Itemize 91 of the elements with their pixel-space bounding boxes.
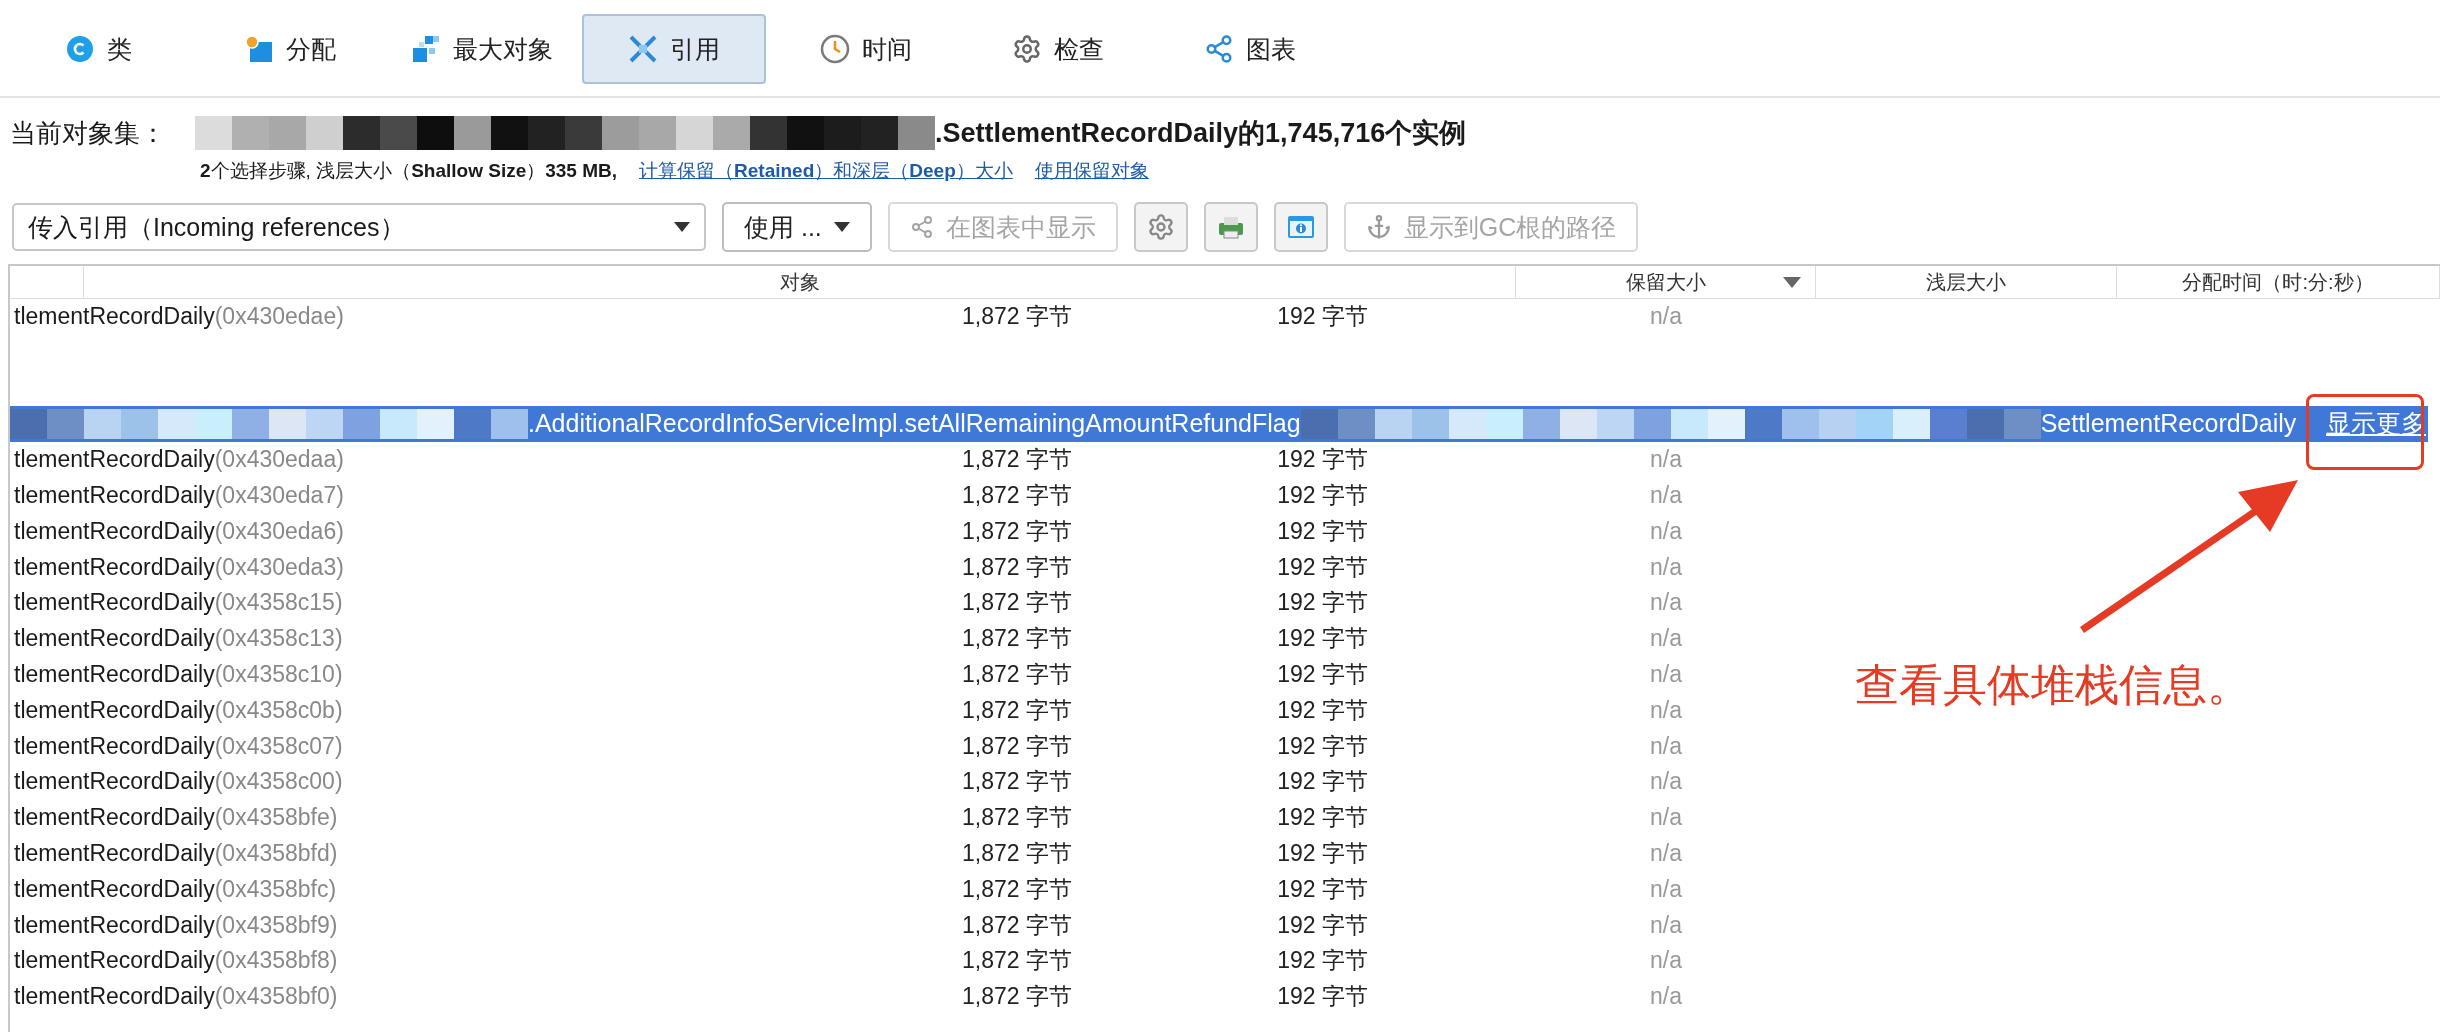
table-cell-text: 1,872 字节 bbox=[961, 767, 1072, 797]
column-header[interactable]: 对象 bbox=[84, 266, 1516, 298]
table-cell: n/a bbox=[1650, 983, 1682, 1011]
object-name-cell-text: tlementRecordDaily(0x430edaa) bbox=[13, 446, 345, 474]
action-link[interactable]: 使用保留对象 bbox=[1034, 158, 1149, 184]
method-text: .AdditionalRecordInfoServiceImpl.setAllRemainingAmountRefundFlag bbox=[528, 409, 1301, 439]
table-cell-text: 1,872 字节 bbox=[961, 588, 1072, 618]
tab[interactable]: 类 bbox=[6, 14, 190, 84]
table-cell: n/a bbox=[1650, 696, 1682, 724]
table-cell-text: 192 字节 bbox=[1276, 445, 1368, 475]
table-cell-text: 1,872 字节 bbox=[961, 552, 1072, 582]
table-cell: n/a bbox=[1650, 804, 1682, 832]
use-button[interactable]: 使用 ... bbox=[722, 202, 872, 252]
action-link[interactable]: 计算保留（Retained）和深层（Deep）大小 bbox=[639, 158, 1013, 184]
object-name-cell-text: tlementRecordDaily(0x4358c00) bbox=[13, 768, 344, 796]
table-cell-text: 1,872 字节 bbox=[961, 803, 1072, 833]
instance-count-title: .SettlementRecordDaily的1,745,716个实例 bbox=[935, 117, 1467, 150]
table-cell-text: 192 字节 bbox=[1276, 910, 1368, 940]
tab[interactable]: 检查 bbox=[966, 14, 1150, 84]
table-cell-text: 1,872 字节 bbox=[961, 695, 1072, 725]
table-cell: n/a bbox=[1650, 303, 1682, 331]
table-cell-text: 192 字节 bbox=[1276, 946, 1368, 976]
object-name-cell-text: tlementRecordDaily(0x4358bf8) bbox=[13, 947, 339, 975]
table-cell: n/a bbox=[1650, 446, 1682, 474]
object-name-cell-text: tlementRecordDaily(0x4358bfc) bbox=[13, 875, 338, 903]
table-cell-text: 1,872 字节 bbox=[961, 731, 1072, 761]
column-header[interactable]: 保留大小 bbox=[1516, 266, 1816, 298]
table-cell: n/a bbox=[1650, 553, 1682, 581]
table-cell-text: 1,872 字节 bbox=[961, 838, 1072, 868]
table-cell: n/a bbox=[1650, 768, 1682, 796]
table-cell-text: 1,872 字节 bbox=[961, 445, 1072, 475]
table-cell: n/a bbox=[1650, 875, 1682, 903]
object-name-cell-text: tlementRecordDaily(0x4358c07) bbox=[13, 732, 344, 760]
tab[interactable]: 分配 bbox=[198, 14, 382, 84]
table-cell-text: 192 字节 bbox=[1276, 624, 1368, 654]
table-cell: n/a bbox=[1650, 947, 1682, 975]
table-cell: n/a bbox=[1650, 589, 1682, 617]
table-cell-text: 192 字节 bbox=[1276, 302, 1368, 332]
object-name-cell-text: tlementRecordDaily(0x4358bf0) bbox=[13, 983, 339, 1011]
current-set-label: 当前对象集： bbox=[10, 116, 167, 150]
table-cell: n/a bbox=[1650, 625, 1682, 653]
annotation-text: 查看具体堆栈信息。 bbox=[1855, 659, 2251, 711]
table-cell-text: 1,872 字节 bbox=[961, 982, 1072, 1012]
table-cell: n/a bbox=[1650, 482, 1682, 509]
show-more-link[interactable]: 显示更多 bbox=[2326, 407, 2426, 441]
table-cell: n/a bbox=[1650, 839, 1682, 867]
table-cell-text: 1,872 字节 bbox=[961, 910, 1072, 940]
table-cell-text: 192 字节 bbox=[1276, 695, 1368, 725]
object-name-cell-text: tlementRecordDaily(0x4358c13) bbox=[13, 625, 344, 653]
object-name-cell-text: tlementRecordDaily(0x430eda3) bbox=[13, 553, 345, 581]
table-cell-text: 1,872 字节 bbox=[961, 946, 1072, 976]
column-header[interactable]: 分配时间（时:分:秒） bbox=[2117, 266, 2440, 298]
table-cell-text: 192 字节 bbox=[1276, 838, 1368, 868]
object-name-cell-text: tlementRecordDaily(0x430edae) bbox=[13, 303, 345, 331]
table-cell-text: 192 字节 bbox=[1276, 516, 1368, 546]
object-name-cell-text: tlementRecordDaily(0x4358bfd) bbox=[13, 839, 339, 867]
object-name-cell-text: tlementRecordDaily(0x430eda6) bbox=[13, 517, 345, 545]
object-name-cell-text: tlementRecordDaily(0x4358c0b) bbox=[13, 696, 344, 724]
table-cell-text: 192 字节 bbox=[1276, 731, 1368, 761]
table-cell-text: 192 字节 bbox=[1276, 481, 1368, 510]
table-cell: n/a bbox=[1650, 911, 1682, 939]
tab[interactable]: 最大对象 bbox=[390, 14, 574, 84]
tab[interactable]: 图表 bbox=[1158, 14, 1342, 84]
table-cell: n/a bbox=[1650, 732, 1682, 760]
object-name-cell-text: tlementRecordDaily(0x4358bfe) bbox=[13, 804, 339, 832]
object-name-cell-text: tlementRecordDaily(0x4358bf9) bbox=[13, 911, 339, 939]
table-cell-text: 192 字节 bbox=[1276, 874, 1368, 904]
column-header[interactable]: 浅层大小 bbox=[1816, 266, 2117, 298]
object-name-cell-text: tlementRecordDaily(0x430eda7) bbox=[13, 482, 345, 509]
table-cell: n/a bbox=[1650, 660, 1682, 688]
table-cell-text: 192 字节 bbox=[1276, 767, 1368, 797]
table-cell-text: 1,872 字节 bbox=[961, 302, 1072, 332]
table-cell-text: 192 字节 bbox=[1276, 588, 1368, 618]
selected-stack-row[interactable]: .AdditionalRecordInfoServiceImpl.setAllRemainingAmountRefundFlag SettlementRecordDaily 显示更多 bbox=[10, 405, 2428, 442]
object-name-cell-text: tlementRecordDaily(0x4358c10) bbox=[13, 660, 344, 688]
table-cell-text: 1,872 字节 bbox=[961, 624, 1072, 654]
table-cell-text: 1,872 字节 bbox=[961, 516, 1072, 546]
selection-summary: 2个选择步骤, 浅层大小（Shallow Size）335 MB, bbox=[200, 159, 618, 183]
object-name-cell-text: tlementRecordDaily(0x4358c15) bbox=[13, 589, 344, 617]
tab[interactable]: 引用 bbox=[582, 14, 766, 84]
table-cell-text: 1,872 字节 bbox=[961, 659, 1072, 689]
class-name-text: SettlementRecordDaily bbox=[2040, 409, 2297, 439]
table-cell: n/a bbox=[1650, 517, 1682, 545]
table-cell-text: 192 字节 bbox=[1276, 552, 1368, 582]
reference-select[interactable]: 传入引用（Incoming references） bbox=[12, 203, 706, 251]
table-cell-text: 1,872 字节 bbox=[961, 874, 1072, 904]
table-cell-text: 192 字节 bbox=[1276, 659, 1368, 689]
table-cell-text: 192 字节 bbox=[1276, 803, 1368, 833]
table-cell-text: 192 字节 bbox=[1276, 982, 1368, 1012]
tab[interactable]: 时间 bbox=[774, 14, 958, 84]
table-cell-text: 1,872 字节 bbox=[961, 481, 1072, 510]
